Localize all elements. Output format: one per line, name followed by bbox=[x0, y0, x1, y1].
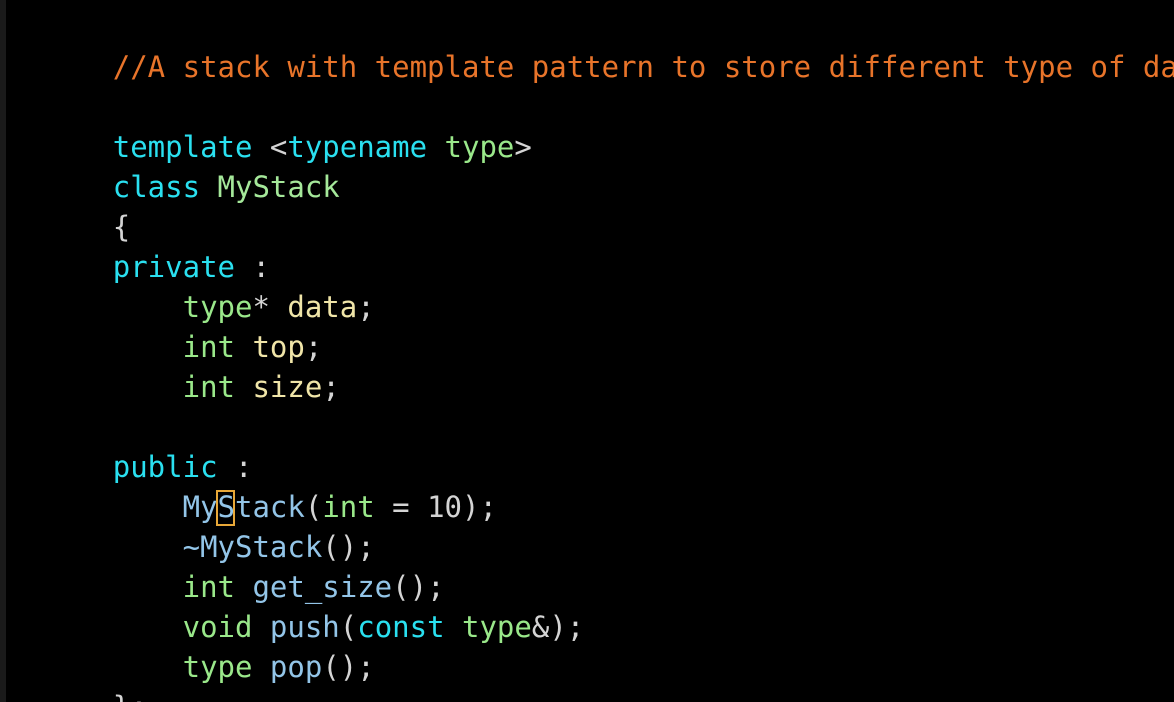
semicolon: ; bbox=[322, 370, 340, 404]
comment-token: //A stack with template pattern to store… bbox=[112, 50, 1174, 84]
code-editor[interactable]: //A stack with template pattern to store… bbox=[0, 0, 1174, 702]
return-type: int bbox=[182, 570, 235, 604]
keyword-class: class bbox=[112, 170, 201, 204]
semicolon: ; bbox=[304, 330, 323, 364]
destructor-name: MyStack bbox=[200, 530, 323, 564]
access-colon: : bbox=[234, 250, 270, 284]
code-line-3[interactable]: template <typename type> bbox=[8, 87, 1174, 164]
param-type: int bbox=[322, 490, 375, 524]
ref-paren-close: &); bbox=[531, 610, 585, 644]
member-top: top bbox=[252, 330, 305, 364]
param-type: type bbox=[462, 610, 532, 644]
code-line-6[interactable]: private : bbox=[8, 207, 1174, 284]
constructor-name-suffix: tack bbox=[235, 490, 305, 524]
member-type: int bbox=[182, 330, 235, 364]
function-pop: pop bbox=[269, 650, 323, 684]
return-type: void bbox=[182, 610, 253, 644]
access-colon: : bbox=[217, 450, 253, 484]
paren-open: ( bbox=[339, 610, 358, 644]
function-get-size: get_size bbox=[252, 570, 393, 604]
keyword-typename: typename bbox=[287, 130, 428, 164]
code-content-area[interactable]: //A stack with template pattern to store… bbox=[0, 0, 1174, 702]
template-type-param: type bbox=[444, 130, 515, 164]
semicolon: ; bbox=[357, 290, 375, 324]
keyword-const: const bbox=[357, 610, 445, 644]
code-line-11[interactable]: public : bbox=[8, 407, 1174, 484]
angle-open: < bbox=[252, 130, 288, 164]
parens: (); bbox=[322, 650, 375, 684]
parens: (); bbox=[392, 570, 445, 604]
constructor-name-prefix: My bbox=[182, 490, 218, 524]
return-type: type bbox=[182, 650, 253, 684]
brace-open: { bbox=[112, 210, 131, 244]
brace-close: }; bbox=[113, 690, 148, 702]
destructor-tilde: ~ bbox=[182, 530, 201, 564]
keyword-private: private bbox=[112, 250, 235, 284]
default-value: 10 bbox=[427, 490, 463, 524]
member-data: data bbox=[287, 290, 358, 324]
paren-close: ); bbox=[462, 490, 497, 524]
member-size: size bbox=[252, 370, 323, 404]
equals-operator: = bbox=[374, 490, 428, 524]
class-name-mystack: MyStack bbox=[217, 170, 340, 204]
pointer-star: * bbox=[252, 290, 270, 324]
code-line-1[interactable]: //A stack with template pattern to store… bbox=[8, 7, 1174, 84]
function-push: push bbox=[269, 610, 340, 644]
angle-close: > bbox=[514, 130, 532, 164]
member-type: type bbox=[182, 290, 253, 324]
member-type: int bbox=[182, 370, 235, 404]
parens: (); bbox=[322, 530, 375, 564]
text-cursor: S bbox=[215, 487, 235, 527]
keyword-public: public bbox=[112, 450, 218, 484]
keyword-template: template bbox=[112, 130, 253, 164]
paren-open: ( bbox=[304, 490, 323, 524]
